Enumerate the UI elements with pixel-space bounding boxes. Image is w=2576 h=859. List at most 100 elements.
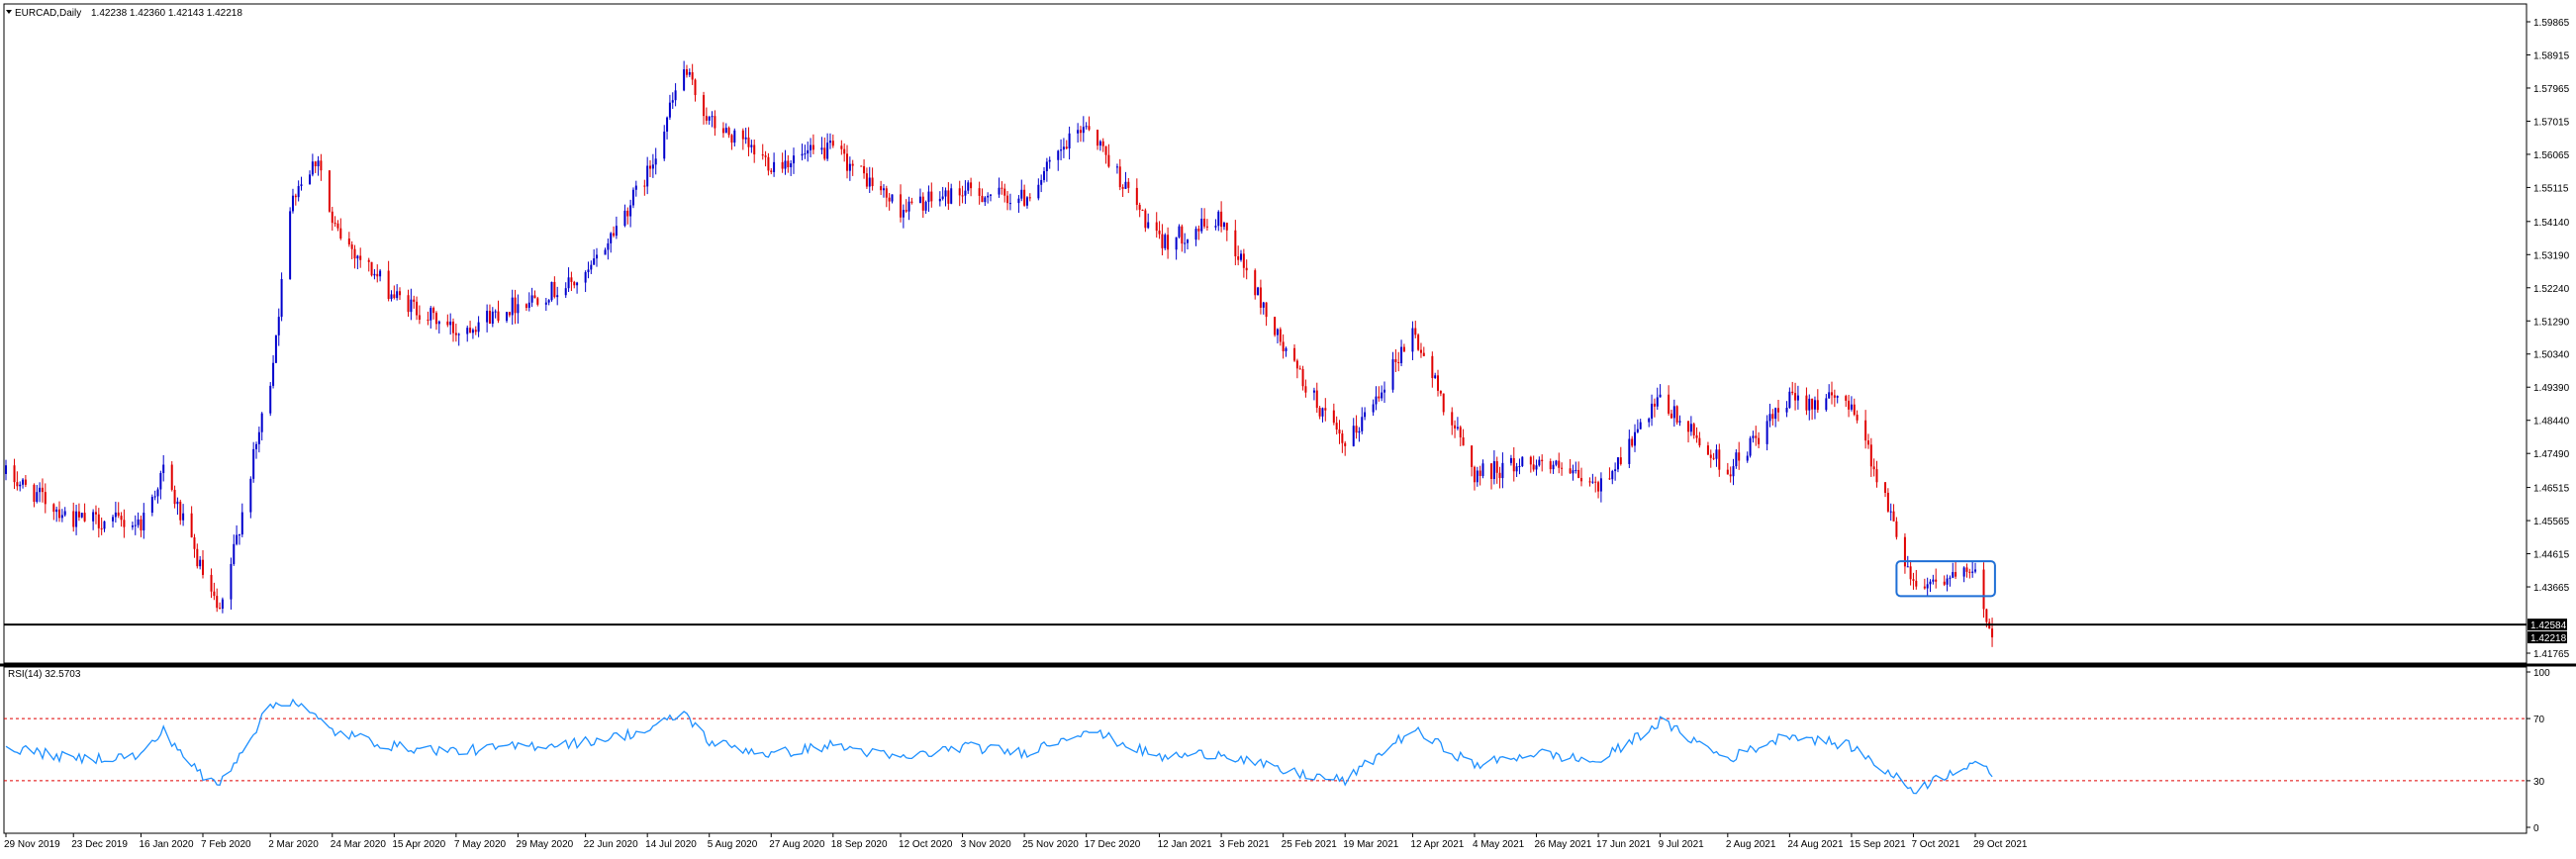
candle-body <box>117 512 120 517</box>
candle-body <box>550 281 553 301</box>
candle-body <box>1245 267 1248 271</box>
candle-body <box>1726 469 1729 475</box>
candle-body <box>1672 406 1675 419</box>
candle-body <box>210 574 213 592</box>
candle-body <box>1774 408 1777 420</box>
candle-body <box>1805 395 1808 411</box>
candle-body <box>199 559 202 567</box>
candle-body <box>134 525 137 526</box>
candle-body <box>1088 126 1091 131</box>
candle-body <box>1521 456 1524 466</box>
candle-body <box>1181 226 1184 244</box>
candle-body <box>944 190 947 197</box>
candle-body <box>741 130 744 140</box>
candle-body <box>1895 521 1898 537</box>
candle-body <box>1561 467 1564 469</box>
candle-body <box>1364 412 1367 418</box>
candle-body <box>1535 465 1538 470</box>
candle-body <box>1872 466 1875 470</box>
candle-body <box>1813 400 1816 410</box>
candle-body <box>131 525 134 527</box>
x-axis-label: 18 Sep 2020 <box>831 839 888 850</box>
candle-body <box>497 311 500 322</box>
candle-body <box>1538 459 1541 466</box>
candle-body <box>1735 452 1738 467</box>
candle-body <box>1200 218 1203 232</box>
candle-body <box>924 201 927 211</box>
candle-body <box>1118 166 1121 188</box>
candle-body <box>573 281 576 286</box>
candle-body <box>1687 421 1690 432</box>
candle-body <box>634 185 637 190</box>
candle-body <box>336 223 339 229</box>
candle-body <box>1358 430 1361 433</box>
candle-body <box>1856 415 1859 421</box>
candle-body <box>297 186 300 198</box>
rsi-axis-label: 70 <box>2533 715 2545 725</box>
candle-body <box>708 117 711 121</box>
candle-body <box>1068 133 1071 149</box>
candle-body <box>1259 287 1262 308</box>
candle-body <box>1816 400 1819 411</box>
x-axis-label: 12 Oct 2020 <box>899 839 953 850</box>
candle-body <box>604 249 607 255</box>
candle-body <box>1293 347 1296 361</box>
candle-body <box>1391 359 1394 390</box>
candle-body <box>1628 438 1631 464</box>
candle-body <box>517 304 520 314</box>
candle-body <box>1107 154 1110 167</box>
candle-body <box>494 311 497 313</box>
candle-body <box>1037 184 1040 199</box>
candle-body <box>1214 226 1217 228</box>
candle-body <box>987 195 990 198</box>
candle-body <box>506 312 509 322</box>
candle-body <box>1853 404 1856 416</box>
x-axis-label: 25 Nov 2020 <box>1022 839 1079 850</box>
candle-body <box>981 195 984 203</box>
price-tag-label: 1.42218 <box>2530 633 2567 644</box>
candle-body <box>1375 396 1378 405</box>
candle-body <box>1257 287 1260 296</box>
candle-body <box>1178 226 1181 238</box>
candle-body <box>1749 437 1752 456</box>
candle-body <box>1831 392 1834 396</box>
candle-body <box>274 334 277 363</box>
candle-body <box>1811 398 1814 410</box>
candle-body <box>1836 396 1839 398</box>
candle-body <box>280 278 283 318</box>
x-axis-label: 12 Jan 2021 <box>1158 839 1212 850</box>
candle-body <box>1473 466 1476 483</box>
candle-body <box>486 311 489 323</box>
candle-body <box>457 334 460 335</box>
candle-body <box>1265 302 1268 318</box>
candle-body <box>1825 398 1828 411</box>
candle-body <box>1276 329 1279 335</box>
candle-body <box>52 504 55 513</box>
candle-body <box>334 223 336 225</box>
candle-body <box>1532 464 1535 470</box>
candle-body <box>1456 427 1459 429</box>
candle-body <box>379 270 382 277</box>
candle-body <box>16 482 19 487</box>
candle-body <box>317 160 320 166</box>
candle-body <box>880 186 883 191</box>
candle-body <box>474 330 477 333</box>
candle-body <box>252 448 255 479</box>
candle-body <box>153 496 156 498</box>
candle-body <box>466 328 469 334</box>
price-axis-label: 1.43665 <box>2533 583 2570 594</box>
candle-body <box>1636 429 1639 432</box>
candle-body <box>471 330 474 334</box>
candle-body <box>1955 572 1957 577</box>
x-axis-label: 7 Feb 2020 <box>201 839 251 850</box>
candle-body <box>1599 478 1602 492</box>
x-axis-label: 12 Apr 2021 <box>1410 839 1464 850</box>
candle-body <box>643 185 646 187</box>
candle-body <box>1926 584 1929 589</box>
chart-canvas[interactable]: EURCAD,Daily 1.42238 1.42360 1.42143 1.4… <box>0 0 2576 854</box>
candle-body <box>868 177 871 187</box>
price-axis-label: 1.56065 <box>2533 150 2570 161</box>
trading-chart[interactable]: EURCAD,Daily 1.42238 1.42360 1.42143 1.4… <box>0 0 2576 854</box>
candle-body <box>1161 234 1164 248</box>
candle-body <box>1558 460 1561 468</box>
